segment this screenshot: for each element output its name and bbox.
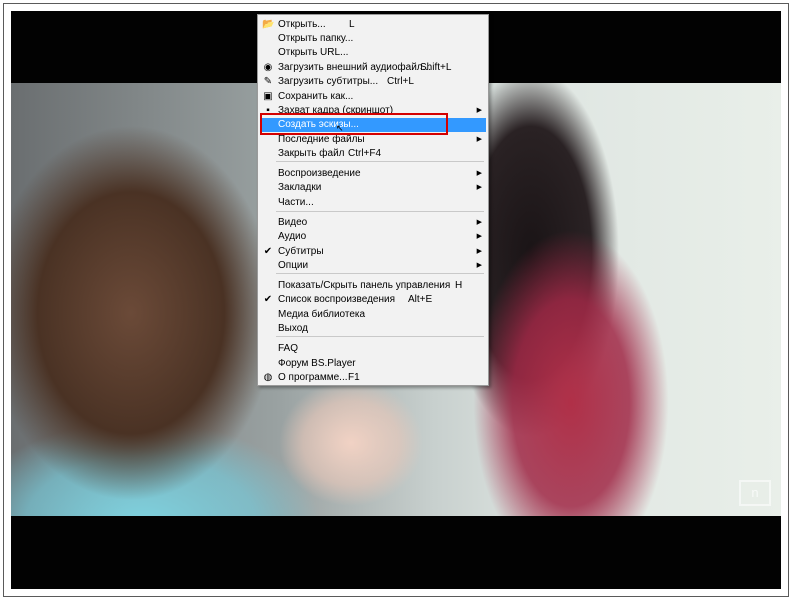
menu-item-label: Видео xyxy=(278,217,308,228)
menu-item[interactable]: Воспроизведение ▶ xyxy=(260,167,486,181)
menu-item-shortcut: Ctrl+L xyxy=(387,76,414,87)
audio-file-icon: ◉ xyxy=(263,62,273,73)
menu-item[interactable]: Закладки ▶ xyxy=(260,181,486,195)
save-disk-icon: ▣ xyxy=(263,91,273,102)
context-menu: 📂 Открыть... L Открыть папку... Открыть URL.… xyxy=(257,14,489,386)
channel-watermark-logo: n xyxy=(739,480,771,506)
menu-item[interactable]: Показать/Скрыть панель управления H xyxy=(260,279,486,293)
menu-item-label: Создать эскизы... xyxy=(278,119,359,130)
menu-item-label: Закладки xyxy=(278,182,322,193)
menu-item[interactable]: Медиа библиотека xyxy=(260,308,486,322)
menu-item-shortcut: Shift+L xyxy=(420,62,452,73)
submenu-arrow-icon: ▶ xyxy=(476,248,482,255)
menu-item-shortcut: F1 xyxy=(348,372,360,383)
submenu-arrow-icon: ▶ xyxy=(476,262,482,269)
menu-item[interactable]: ◉ Загрузить внешний аудиофайл... Shift+L xyxy=(260,61,486,75)
menu-item-label: Медиа библиотека xyxy=(278,309,366,320)
menu-item[interactable]: ◍ О программе... F1 xyxy=(260,371,486,385)
menu-item[interactable]: ▣ Сохранить как... xyxy=(260,90,486,104)
menu-item-label: Показать/Скрыть панель управления xyxy=(278,280,451,291)
menu-item-label: Захват кадра (скриншот) xyxy=(278,105,394,116)
menu-item[interactable]: Открыть URL... xyxy=(260,46,486,60)
menu-item-label: О программе... xyxy=(278,372,348,383)
menu-separator xyxy=(276,161,484,162)
playlist-icon: ✔ xyxy=(263,294,273,305)
menu-item[interactable]: Опции ▶ xyxy=(260,259,486,273)
menu-item-label: Открыть URL... xyxy=(278,47,349,58)
submenu-arrow-icon: ▶ xyxy=(476,219,482,226)
menu-item[interactable]: 📂 Открыть... L xyxy=(260,18,486,32)
subtitles-pen-icon: ✎ xyxy=(263,76,273,87)
menu-item-label: Субтитры xyxy=(278,246,324,257)
submenu-arrow-icon: ▶ xyxy=(476,107,482,114)
menu-item-shortcut: L xyxy=(349,19,355,30)
menu-item[interactable]: ✔ Субтитры ▶ xyxy=(260,245,486,259)
menu-item-label: Аудио xyxy=(278,231,307,242)
menu-item[interactable]: FAQ xyxy=(260,342,486,356)
about-globe-icon: ◍ xyxy=(263,372,273,383)
menu-item-label: Опции xyxy=(278,260,309,271)
menu-item-label: Последние файлы xyxy=(278,134,365,145)
menu-item-shortcut: Ctrl+F4 xyxy=(348,148,382,159)
submenu-arrow-icon: ▶ xyxy=(476,233,482,240)
submenu-arrow-icon: ▶ xyxy=(476,170,482,177)
menu-item-label: Открыть папку... xyxy=(278,33,354,44)
open-folder-icon: 📂 xyxy=(262,19,275,30)
menu-item-label: FAQ xyxy=(278,343,299,354)
menu-item-label: Выход xyxy=(278,323,308,334)
menu-item-label: Форум BS.Player xyxy=(278,358,356,369)
menu-item[interactable]: Создать эскизы... ↖ xyxy=(260,118,486,133)
menu-item[interactable]: Открыть папку... xyxy=(260,32,486,46)
menu-item-label: Список воспроизведения xyxy=(278,294,395,305)
menu-item-label: Воспроизведение xyxy=(278,168,361,179)
menu-item-label: Части... xyxy=(278,197,314,208)
menu-item[interactable]: Закрыть файл Ctrl+F4 xyxy=(260,147,486,161)
menu-item-shortcut: H xyxy=(455,280,463,291)
menu-item-label: Загрузить субтитры... xyxy=(278,76,379,87)
menu-item[interactable]: Аудио ▶ xyxy=(260,230,486,244)
submenu-arrow-icon: ▶ xyxy=(476,184,482,191)
menu-separator xyxy=(276,336,484,337)
menu-item[interactable]: ▪ Захват кадра (скриншот) ▶ xyxy=(260,104,486,118)
camera-icon: ▪ xyxy=(266,105,270,116)
subtitles-icon: ✔ xyxy=(263,246,273,257)
submenu-arrow-icon: ▶ xyxy=(476,136,482,143)
menu-separator xyxy=(276,273,484,274)
menu-item-shortcut: Alt+E xyxy=(408,294,433,305)
menu-item[interactable]: Форум BS.Player xyxy=(260,357,486,371)
menu-item[interactable]: ✔ Список воспроизведения Alt+E xyxy=(260,293,486,307)
menu-item-label: Сохранить как... xyxy=(278,91,354,102)
menu-item[interactable]: ✎ Загрузить субтитры... Ctrl+L xyxy=(260,75,486,89)
menu-item[interactable]: Части... xyxy=(260,196,486,210)
menu-item[interactable]: Последние файлы ▶ xyxy=(260,133,486,147)
menu-separator xyxy=(276,211,484,212)
menu-item-label: Закрыть файл xyxy=(278,148,345,159)
menu-item-label: Открыть... xyxy=(278,19,326,30)
menu-item[interactable]: Выход xyxy=(260,322,486,336)
menu-item-label: Загрузить внешний аудиофайл... xyxy=(278,62,431,73)
menu-item[interactable]: Видео ▶ xyxy=(260,216,486,230)
